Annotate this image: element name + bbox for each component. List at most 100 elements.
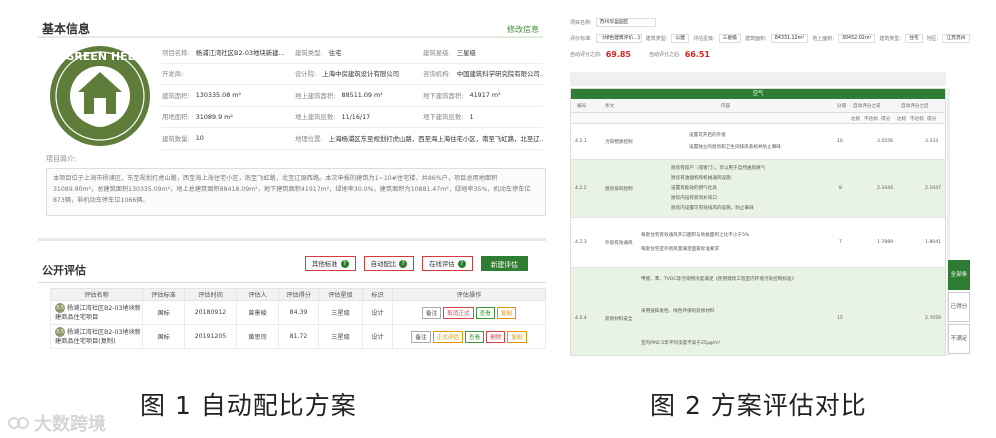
remark-button[interactable]: 备注 <box>411 330 431 343</box>
description-textarea[interactable]: 本项目位于上海市杨浦区，东至规划打虎山路，西至海上海住宅小区，南至飞虹路，北至辽… <box>46 168 546 216</box>
region-field[interactable]: 江苏苏州 <box>942 34 970 43</box>
eval-name-cell[interactable]: 3.5 杨浦江湾社区B2-03地块新建商品住宅项目 <box>50 300 143 325</box>
new-eval-button[interactable]: 新建评估 <box>480 256 528 271</box>
figure-2-panel: 项目名称: 苏州华盈园区 评价标准: 《绿色建筑评价...》 建筑类型: 公建 评估… <box>566 8 976 358</box>
after-score: 3.333 <box>925 139 939 144</box>
info-value: 上海杨浦区东至规划打虎山路，西至海上海住宅小区，南至飞虹路，北至辽... <box>328 134 543 143</box>
after-score: 2.7059 <box>925 316 942 321</box>
clause-id: 4.2.1 <box>575 139 587 144</box>
star-field[interactable]: 三星级 <box>718 34 742 43</box>
clause-score: 8 <box>839 186 842 191</box>
clause-title: 外窗有效通风 <box>605 241 633 246</box>
meta-label: 地上面积: <box>812 36 834 42</box>
auto-match-label: 自动配比 <box>370 260 397 268</box>
tab-scored[interactable]: 已得分 <box>948 292 970 322</box>
info-label: 地上建筑面积: <box>295 91 336 100</box>
tab-unmet[interactable]: 不满足 <box>948 324 970 354</box>
table-row: 4.2.3 外窗有效通风 每套住宅有效通风开口面积与地板面积之比不小于5% 每套… <box>571 218 945 268</box>
toolbar-band <box>570 72 946 86</box>
online-eval-button[interactable]: 在线评估? <box>422 256 473 271</box>
comparison-header: 项目名称: 苏州华盈园区 评价标准: 《绿色建筑评价...》 建筑类型: 公建 评估… <box>570 12 970 68</box>
description-label: 项目简介: <box>46 155 77 163</box>
sub-header: 得分 <box>927 117 937 122</box>
table-row: 3.5 杨浦江湾社区B2-03地块新建商品住宅项目(复制) 国标 20191205… <box>50 324 546 349</box>
table-row: 4.2.4 装修材料安全 甲醛、苯、TVOC等污染物浓度满足《民用建筑工程室内环… <box>571 268 945 355</box>
figure-1-panel: 基本信息 修改信息 I GREEN HELP 项目名称: 杨浦江湾社区B2-03地… <box>30 12 550 352</box>
svg-text:I GREEN HELP: I GREEN HELP <box>57 50 142 63</box>
meta-label: 建筑类型: <box>879 36 902 42</box>
remark-button[interactable]: 备注 <box>422 306 442 319</box>
eval-name-cell[interactable]: 3.5 杨浦江湾社区B2-03地块新建商品住宅项目(复制) <box>50 324 143 349</box>
auto-match-button[interactable]: 自动配比? <box>363 256 415 271</box>
meta-label: 建筑面积: <box>745 36 767 42</box>
eval-mark: 设计 <box>362 324 393 349</box>
rating-badge: 3.5 <box>55 303 65 313</box>
area-field[interactable]: 84331.12m² <box>770 34 809 43</box>
eval-score: 84.39 <box>278 300 319 325</box>
sub-header: 不达标 <box>864 117 878 122</box>
info-label: 建筑面积: <box>162 91 190 100</box>
view-button[interactable]: 查看 <box>475 306 495 319</box>
project-meta-line: 评价标准: 《绿色建筑评价...》 建筑类型: 公建 评估星级: 三星级 建筑面积: 8… <box>570 34 970 43</box>
col-header: 评估星级 <box>318 288 363 301</box>
eval-time: 20180912 <box>184 300 237 325</box>
above-area-field[interactable]: 30452.02m² <box>837 34 876 43</box>
delete-button[interactable]: 删除 <box>486 330 506 343</box>
clause-id: 4.2.4 <box>575 316 587 321</box>
clause-line: 厨房内设置可有效排风的设施，防止串味 <box>671 206 754 211</box>
info-label: 建筑类型: <box>295 48 323 57</box>
eval-table-header-row: 评估名称 评估标准 评估时间 评估人 评估得分 评估星级 标识 评估操作 <box>50 288 546 301</box>
caption-figure-2: 图 2 方案评估对比 <box>650 391 867 420</box>
help-icon: ? <box>457 259 466 268</box>
project-info-grid: 项目名称: 杨浦江湾社区B2-03地块新建... 建筑类型: 住宅 建筑星级: 三星级… <box>162 42 543 150</box>
copy-button[interactable]: 复制 <box>496 306 516 319</box>
watermark-logo-icon <box>8 417 29 429</box>
info-label: 地下建筑面积: <box>423 91 464 100</box>
clause-line: 厨房有窗户（或者门），可以用于自然通风换气 <box>671 166 766 171</box>
info-label: 设计院: <box>295 70 317 79</box>
info-label: 用地面积: <box>162 113 190 122</box>
info-label: 地理位置: <box>295 134 323 143</box>
project-name-field[interactable]: 苏州华盈园区 <box>595 18 656 27</box>
eval-table: 评估名称 评估标准 评估时间 评估人 评估得分 评估星级 标识 评估操作 3.5… <box>50 288 546 349</box>
info-value: 130335.08 m² <box>195 91 242 100</box>
standard-field[interactable]: 《绿色建筑评价...》 <box>595 34 643 43</box>
comparison-table: 空气 编号 条文 内容 分值 自动评分之前 自动评分之后 达标 不达标 得分 达… <box>570 88 946 356</box>
eval-mark: 设计 <box>362 300 393 325</box>
copy-button[interactable]: 复制 <box>507 330 527 343</box>
clause-line: 甲醛、苯、TVOC等污染物浓度满足《民用建筑工程室内环境污染控制标准》 <box>641 277 797 282</box>
other-standard-button[interactable]: 其他标准? <box>305 256 356 271</box>
clause-title: 污染物源控制 <box>605 140 633 145</box>
building-type-field[interactable]: 住宅 <box>905 34 923 43</box>
eval-std: 国标 <box>142 300 185 325</box>
info-row: 开发商: 设计院: 上海中房建筑设计有限公司 咨询机构: 中国建筑科学研究院有限公司… <box>162 64 543 85</box>
col-header: 编号 <box>577 104 587 109</box>
clause-line: 厨房有油烟机和机械通风设施 <box>671 176 731 181</box>
info-value: 41917 m² <box>469 91 501 100</box>
clause-score: 10 <box>837 139 843 144</box>
clause-line: 每套住宅有效通风开口面积与地板面积之比不小于5% <box>641 233 750 238</box>
sub-header: 不达标 <box>910 117 924 122</box>
clause-score: 15 <box>837 316 843 321</box>
col-header: 内容 <box>721 104 731 109</box>
view-button[interactable]: 查看 <box>464 330 485 343</box>
type-field[interactable]: 公建 <box>671 34 689 43</box>
info-value: 杨浦江湾社区B2-03地块新建... <box>195 48 285 57</box>
clause-line: 设置可开启的外窗 <box>689 133 726 138</box>
watermark-text: 大数跨境 <box>34 414 106 435</box>
table-header-row: 编号 条文 内容 分值 自动评分之前 自动评分之后 <box>571 99 945 113</box>
clause-title: 装修材料安全 <box>605 317 633 322</box>
col-header: 评估标准 <box>142 288 185 301</box>
eval-name: 杨浦江湾社区B2-03地块新建商品住宅项目 <box>55 305 141 321</box>
tab-all[interactable]: 全部条 <box>948 260 970 290</box>
eval-score: 81.72 <box>278 324 319 349</box>
official-eval-button[interactable]: 正式评估 <box>432 330 463 343</box>
help-icon: ? <box>340 259 349 268</box>
col-header: 评估时间 <box>184 288 237 301</box>
col-header: 评估操作 <box>392 288 546 301</box>
info-row: 用地面积: 31089.9 m² 地上建筑层数: 11/16/17 地下建筑层数: 1 <box>162 107 543 128</box>
table-row: 4.2.1 污染物源控制 设置可开启的外窗 设置独立的厨房和卫生间排风系统并防止… <box>571 124 945 160</box>
edit-info-link[interactable]: 修改信息 <box>507 24 539 35</box>
cancel-official-button[interactable]: 取消正式 <box>443 306 474 319</box>
help-icon: ? <box>399 259 408 268</box>
